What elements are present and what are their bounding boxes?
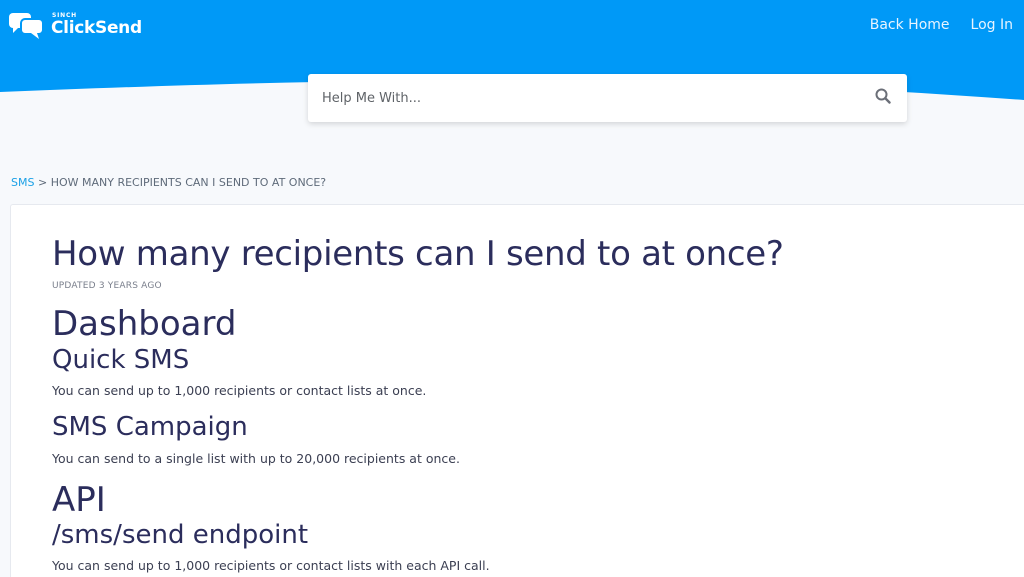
clicksend-logo[interactable]: SINCH ClickSend [9,12,142,40]
top-nav: Back Home Log In [870,17,1013,33]
quick-sms-text: You can send up to 1,000 recipients or c… [52,383,427,398]
logo-brand-name: ClickSend [51,18,142,38]
search-icon[interactable] [875,88,891,109]
article-title: How many recipients can I send to at onc… [52,234,784,274]
breadcrumb-separator: > [37,176,48,189]
back-home-link[interactable]: Back Home [870,17,950,33]
section-heading-api: API [52,480,106,520]
subheading-sms-send-endpoint: /sms/send endpoint [52,520,309,550]
breadcrumb-sms-link[interactable]: SMS [11,176,34,189]
sms-send-endpoint-text: You can send up to 1,000 recipients or c… [52,558,490,573]
sms-campaign-text: You can send to a single list with up to… [52,451,460,466]
updated-timestamp: UPDATED 3 YEARS AGO [52,281,162,291]
breadcrumb-current: HOW MANY RECIPIENTS CAN I SEND TO AT ONC… [50,176,327,189]
logo-sinch-text: SINCH [52,12,77,19]
chat-bubbles-icon [9,13,44,39]
breadcrumb: SMS > HOW MANY RECIPIENTS CAN I SEND TO … [11,176,326,189]
subheading-quick-sms: Quick SMS [52,345,190,375]
search-bar [308,74,907,122]
log-in-link[interactable]: Log In [971,17,1013,33]
search-input[interactable] [322,90,842,106]
section-heading-dashboard: Dashboard [52,304,237,344]
subheading-sms-campaign: SMS Campaign [52,412,248,442]
